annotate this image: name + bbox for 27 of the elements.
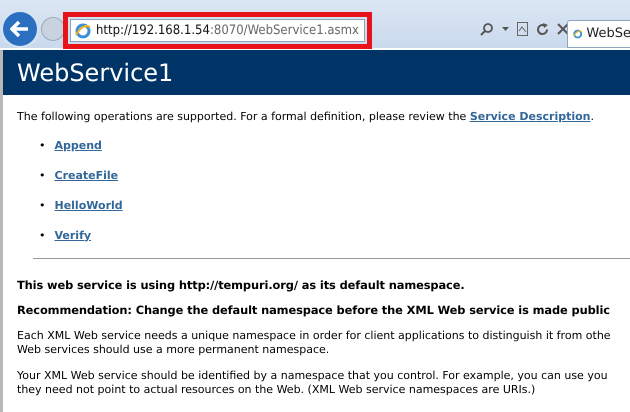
- search-icon[interactable]: [480, 22, 494, 36]
- service-description-link[interactable]: Service Description: [470, 110, 591, 123]
- address-url: http://192.168.1.54:8070/WebService1.asmx: [96, 22, 359, 40]
- browser-tab[interactable]: WebSe: [567, 20, 630, 48]
- close-icon[interactable]: [557, 23, 569, 35]
- paragraph-line: they need not point to actual resources on the Web. (XML Web service namespaces are URIs.): [17, 382, 536, 397]
- intro-text: The following operations are supported. For a formal definition, please review the Service Description.: [17, 109, 596, 125]
- refresh-icon[interactable]: [536, 22, 549, 36]
- operation-link[interactable]: CreateFile: [54, 168, 118, 184]
- paragraph-line: Each XML Web service needs a unique namespace in order for client applications to distinguish it from othe: [17, 328, 612, 343]
- dropdown-caret-icon[interactable]: [502, 26, 509, 32]
- namespace-heading: This web service is using http://tempuri.org/ as its default namespace.: [17, 276, 466, 294]
- paragraph-line: Your XML Web service should be identified by a namespace that you control. For example, you can use you: [17, 368, 609, 383]
- operation-link[interactable]: Append: [54, 138, 102, 154]
- bullet: •: [39, 168, 46, 184]
- page-title: WebService1: [17, 60, 174, 84]
- browser-logo-icon: [75, 22, 91, 38]
- back-arrow-icon: [10, 20, 30, 38]
- bullet: •: [39, 138, 46, 154]
- page-icon[interactable]: [517, 22, 528, 36]
- bullet: •: [39, 228, 46, 244]
- operation-link[interactable]: Verify: [54, 228, 92, 244]
- operation-link[interactable]: HelloWorld: [54, 198, 123, 214]
- bullet: •: [39, 198, 46, 214]
- namespace-heading: Recommendation: Change the default namespace before the XML Web service is made public: [17, 302, 611, 319]
- forward-button[interactable]: [41, 17, 65, 41]
- paragraph-line: Web services should use a more permanent namespace.: [17, 342, 330, 357]
